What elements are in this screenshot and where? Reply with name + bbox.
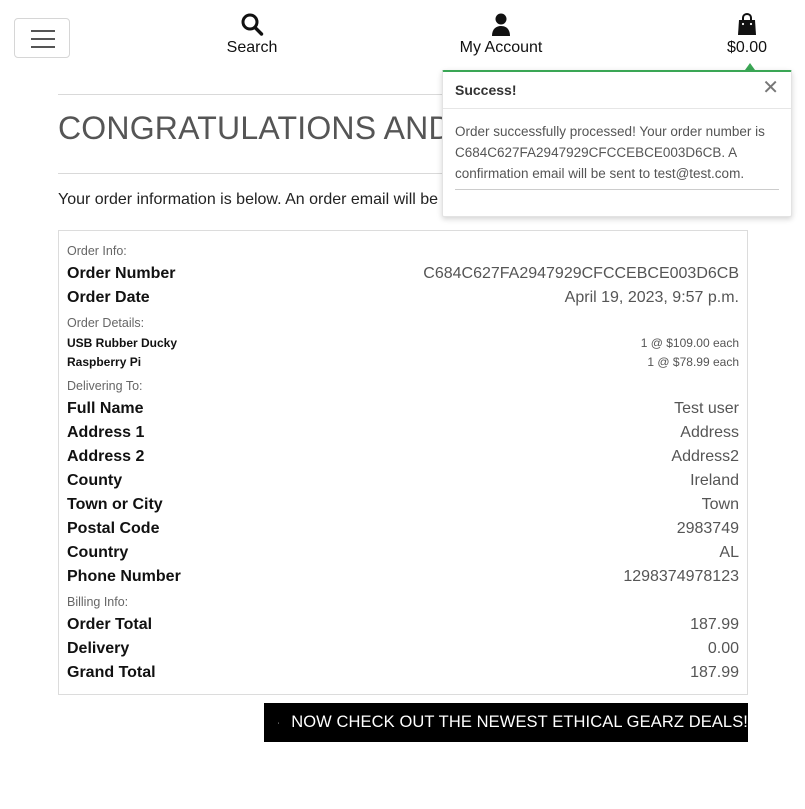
section-label-order-details: Order Details:	[67, 316, 145, 330]
billing-row: Grand Total 187.99	[67, 664, 739, 682]
line-item-name: Raspberry Pi	[67, 355, 142, 369]
nav-search-link[interactable]: Search	[222, 12, 282, 57]
delivery-value: 1298374978123	[623, 568, 739, 585]
nav-search-label: Search	[226, 39, 278, 56]
billing-value: 187.99	[690, 616, 739, 633]
search-icon	[241, 13, 264, 36]
delivery-label: Postal Code	[67, 520, 160, 537]
page-title: CONGRATULATIONS AND	[58, 110, 452, 146]
delivery-label: County	[67, 472, 123, 489]
delivery-value: AL	[719, 544, 739, 561]
delivery-row: Country AL	[67, 544, 739, 562]
bag-total: $0.00	[726, 39, 768, 56]
delivery-label: Town or City	[67, 496, 163, 513]
order-summary-box: Order Info: Order Number C684C627FA29479…	[58, 230, 748, 695]
billing-label: Delivery	[67, 640, 130, 657]
billing-row: Order Total 187.99	[67, 616, 739, 634]
delivery-label: Address 1	[67, 424, 145, 441]
order-date-row: Order Date April 19, 2023, 9:57 p.m.	[67, 289, 739, 307]
order-date-value: April 19, 2023, 9:57 p.m.	[564, 289, 739, 306]
line-item: Raspberry Pi 1 @ $78.99 each	[67, 355, 739, 369]
billing-value: 0.00	[707, 640, 739, 657]
order-number-row: Order Number C684C627FA2947929CFCCEBCE00…	[67, 265, 739, 283]
order-number-value: C684C627FA2947929CFCCEBCE003D6CB	[423, 265, 739, 282]
deals-button-label: NOW CHECK OUT THE NEWEST ETHICAL GEARZ D…	[291, 713, 748, 731]
delivery-row: Address 2 Address2	[67, 448, 739, 466]
delivery-value: Ireland	[690, 472, 739, 489]
delivery-row: Full Name Test user	[67, 400, 739, 418]
gift-icon	[278, 722, 280, 723]
delivery-value: 2983749	[676, 520, 739, 537]
line-item-qty-price: 1 @ $78.99 each	[647, 355, 739, 369]
line-item-name: USB Rubber Ducky	[67, 336, 178, 350]
close-icon[interactable]: ✕	[762, 78, 779, 98]
billing-row: Delivery 0.00	[67, 640, 739, 658]
nav-account-link[interactable]: My Account	[454, 12, 548, 57]
delivery-row: Town or City Town	[67, 496, 739, 514]
delivery-row: Address 1 Address	[67, 424, 739, 442]
deals-button[interactable]: NOW CHECK OUT THE NEWEST ETHICAL GEARZ D…	[264, 703, 748, 742]
success-toast: Success! ✕ Order successfully processed!…	[442, 70, 792, 217]
line-item-qty-price: 1 @ $109.00 each	[640, 336, 739, 350]
toast-header: Success! ✕	[443, 72, 791, 109]
order-date-label: Order Date	[67, 289, 150, 306]
delivery-label: Phone Number	[67, 568, 181, 585]
delivery-label: Country	[67, 544, 129, 561]
billing-label: Grand Total	[67, 664, 156, 681]
section-label-billing-info: Billing Info:	[67, 595, 129, 609]
delivery-row: Postal Code 2983749	[67, 520, 739, 538]
section-label-delivering-to: Delivering To:	[67, 379, 143, 393]
toast-divider	[455, 189, 779, 190]
toast-message: Order successfully processed! Your order…	[455, 124, 765, 181]
order-number-label: Order Number	[67, 265, 176, 282]
delivery-value: Test user	[674, 400, 739, 417]
delivery-label: Address 2	[67, 448, 145, 465]
billing-label: Order Total	[67, 616, 153, 633]
line-item: USB Rubber Ducky 1 @ $109.00 each	[67, 336, 739, 350]
delivery-value: Address	[680, 424, 739, 441]
delivery-row: County Ireland	[67, 472, 739, 490]
billing-value: 187.99	[690, 664, 739, 681]
section-label-order-info: Order Info:	[67, 244, 127, 258]
delivery-value: Town	[701, 496, 739, 513]
nav-account-label: My Account	[459, 39, 543, 56]
menu-toggle-button[interactable]	[14, 18, 70, 58]
hamburger-icon	[31, 30, 55, 32]
delivery-row: Phone Number 1298374978123	[67, 568, 739, 586]
user-icon	[492, 13, 510, 36]
toast-pointer	[745, 63, 755, 70]
shopping-bag-icon	[738, 12, 756, 35]
order-intro-text: Your order information is below. An orde…	[58, 191, 451, 208]
nav-bag-link[interactable]: $0.00	[720, 12, 774, 57]
delivery-label: Full Name	[67, 400, 144, 417]
delivery-value: Address2	[671, 448, 739, 465]
toast-title: Success!	[455, 82, 517, 98]
